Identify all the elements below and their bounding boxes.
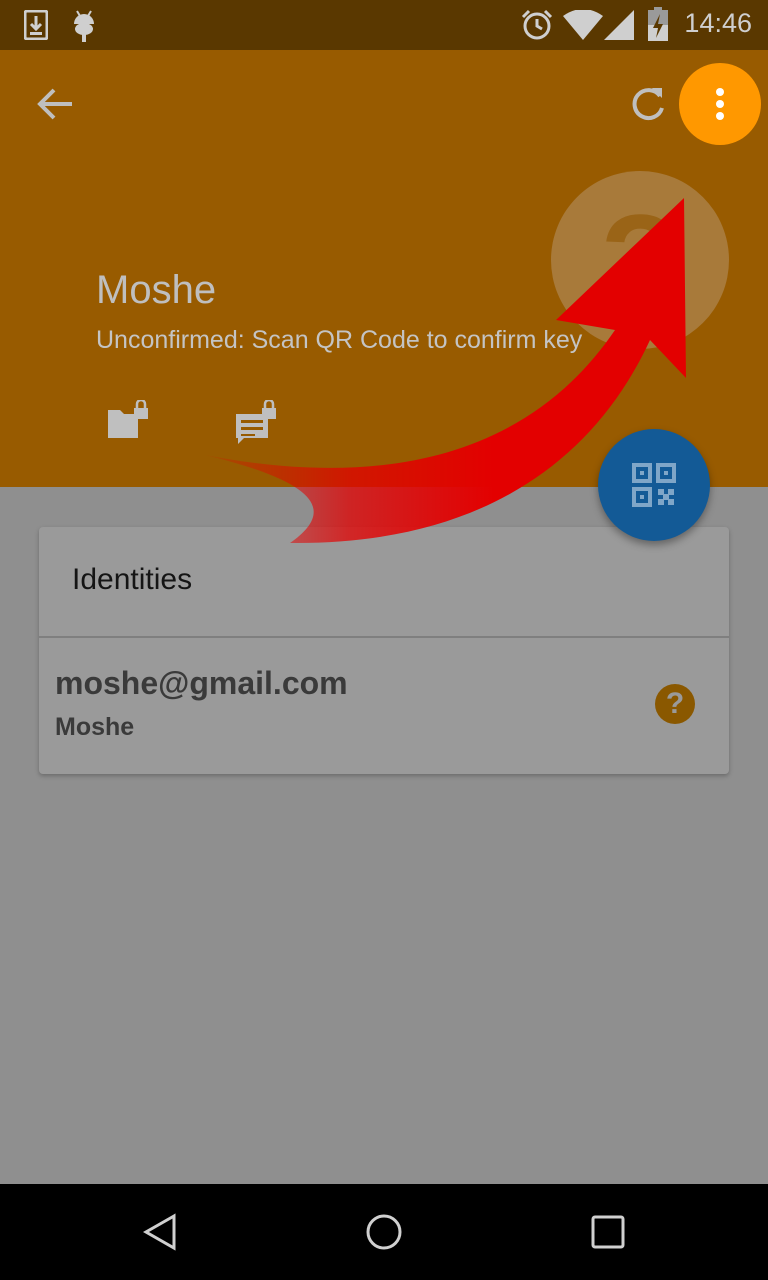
encrypted-file-icon[interactable] <box>106 400 150 440</box>
qr-scan-button[interactable] <box>598 429 710 541</box>
avatar: ? <box>551 171 729 349</box>
recents-square-icon[interactable] <box>590 1214 626 1250</box>
back-triangle-icon[interactable] <box>140 1212 180 1252</box>
signal-icon <box>604 10 634 40</box>
contact-header: ? Moshe Unconfirmed: Scan QR Code to con… <box>0 50 768 487</box>
battery-icon <box>648 7 668 41</box>
android-icon <box>74 10 94 42</box>
encrypted-message-icon[interactable] <box>234 400 280 444</box>
clock: 14:46 <box>684 8 752 38</box>
back-arrow-icon[interactable] <box>36 86 76 122</box>
download-icon <box>24 10 48 40</box>
card-title: Identities <box>72 563 193 596</box>
qr-code-icon <box>632 463 676 507</box>
identity-email: moshe@gmail.com <box>55 665 348 701</box>
contact-status: Unconfirmed: Scan QR Code to confirm key <box>96 326 583 354</box>
identities-card: Identities moshe@gmail.com Moshe ? <box>39 527 729 774</box>
more-vert-icon[interactable] <box>679 63 761 145</box>
unknown-icon: ? <box>600 187 680 333</box>
navigation-bar <box>0 1184 768 1280</box>
contact-name: Moshe <box>96 268 217 312</box>
status-bar: 14:46 <box>0 0 768 50</box>
wifi-icon <box>563 10 603 40</box>
refresh-icon[interactable] <box>628 84 668 124</box>
divider <box>39 636 729 638</box>
alarm-icon <box>521 9 553 40</box>
unverified-icon: ? <box>655 684 695 724</box>
home-circle-icon[interactable] <box>364 1212 404 1252</box>
identity-name: Moshe <box>55 713 135 741</box>
